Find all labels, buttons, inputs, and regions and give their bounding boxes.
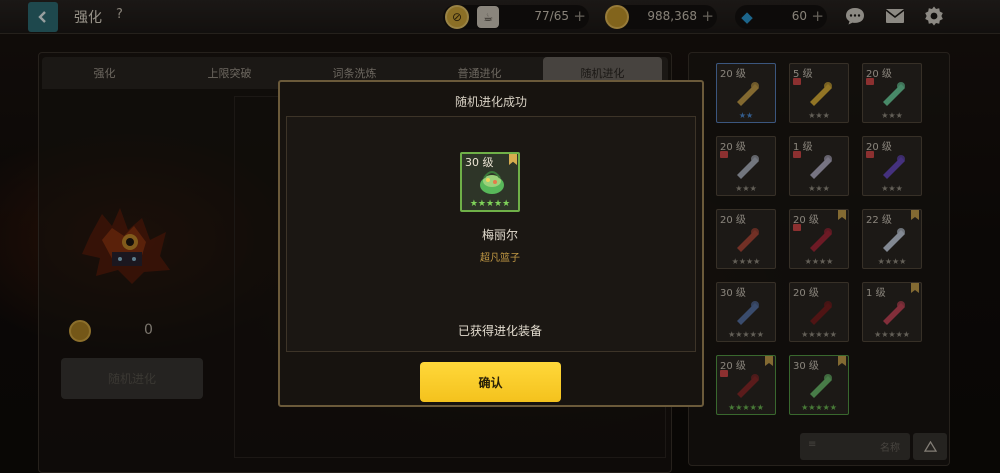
reward-item-type: 超凡篮子 <box>480 253 520 264</box>
reward-item-stars: ★★★★★ <box>469 199 511 209</box>
modal-title: 随机进化成功 <box>454 95 527 109</box>
bookmark-icon <box>509 154 517 165</box>
reward-item-name: 梅丽尔 <box>481 228 518 242</box>
evolution-result-modal: 随机进化成功 <box>278 80 704 407</box>
confirm-button[interactable]: 确认 <box>420 362 561 402</box>
basket-icon <box>480 171 504 194</box>
reward-item-card[interactable]: 30 级 ★★★★★ <box>460 152 520 212</box>
result-message: 已获得进化装备 <box>457 324 542 338</box>
